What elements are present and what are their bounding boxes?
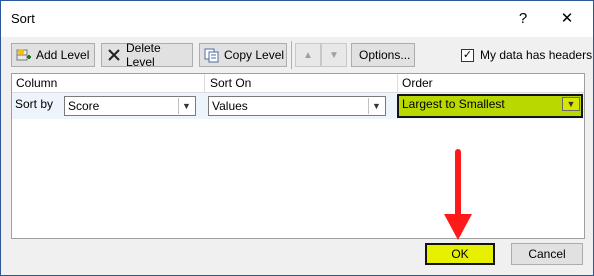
options-button[interactable]: Options... xyxy=(351,43,415,67)
copy-icon xyxy=(204,47,220,63)
help-icon[interactable]: ? xyxy=(513,9,533,29)
move-up-icon: ▲ xyxy=(303,49,313,61)
order-value: Largest to Smallest xyxy=(402,97,505,111)
delete-level-label: Delete Level xyxy=(126,41,161,69)
chevron-down-icon[interactable]: ▼ xyxy=(562,97,580,111)
add-level-label: Add Level xyxy=(36,48,90,62)
options-label: Options... xyxy=(359,48,411,62)
cancel-label: Cancel xyxy=(528,247,566,261)
sort-dialog: Sort ? ✕ Add Level Delete Level Copy Lev… xyxy=(0,0,594,276)
sort-levels-grid: Column Sort On Order Sort by Score ▼ Val… xyxy=(11,73,585,239)
sort-on-select[interactable]: Values ▼ xyxy=(208,96,386,116)
close-icon[interactable]: ✕ xyxy=(557,9,577,29)
add-level-icon xyxy=(16,47,32,63)
header-divider xyxy=(204,74,205,92)
add-level-button[interactable]: Add Level xyxy=(11,43,95,67)
ok-label: OK xyxy=(451,247,469,261)
chevron-down-icon[interactable]: ▼ xyxy=(178,98,194,114)
order-header: Order xyxy=(402,76,433,90)
headers-checkbox-label: My data has headers xyxy=(480,48,593,62)
cancel-button[interactable]: Cancel xyxy=(511,243,583,265)
move-down-button[interactable]: ▼ xyxy=(321,43,347,67)
header-divider xyxy=(397,74,398,92)
order-select[interactable]: Largest to Smallest ▼ xyxy=(397,94,583,118)
sort-by-label: Sort by xyxy=(15,97,54,111)
column-header: Column xyxy=(16,76,58,90)
copy-level-label: Copy Level xyxy=(224,48,285,62)
move-up-button[interactable]: ▲ xyxy=(295,43,321,67)
column-select[interactable]: Score ▼ xyxy=(64,96,196,116)
copy-level-button[interactable]: Copy Level xyxy=(199,43,287,67)
delete-level-button[interactable]: Delete Level xyxy=(101,41,193,69)
sort-on-header: Sort On xyxy=(210,76,252,90)
chevron-down-icon[interactable]: ▼ xyxy=(368,98,384,114)
dialog-title: Sort xyxy=(11,11,35,26)
delete-x-icon xyxy=(106,47,122,63)
sort-on-value: Values xyxy=(212,99,248,113)
title-bar: Sort ? ✕ xyxy=(1,1,593,37)
toolbar-separator xyxy=(291,41,292,69)
column-value: Score xyxy=(68,99,100,113)
ok-button[interactable]: OK xyxy=(425,243,495,265)
headers-checkbox[interactable]: ✓ xyxy=(461,49,474,62)
move-down-icon: ▼ xyxy=(329,49,339,61)
